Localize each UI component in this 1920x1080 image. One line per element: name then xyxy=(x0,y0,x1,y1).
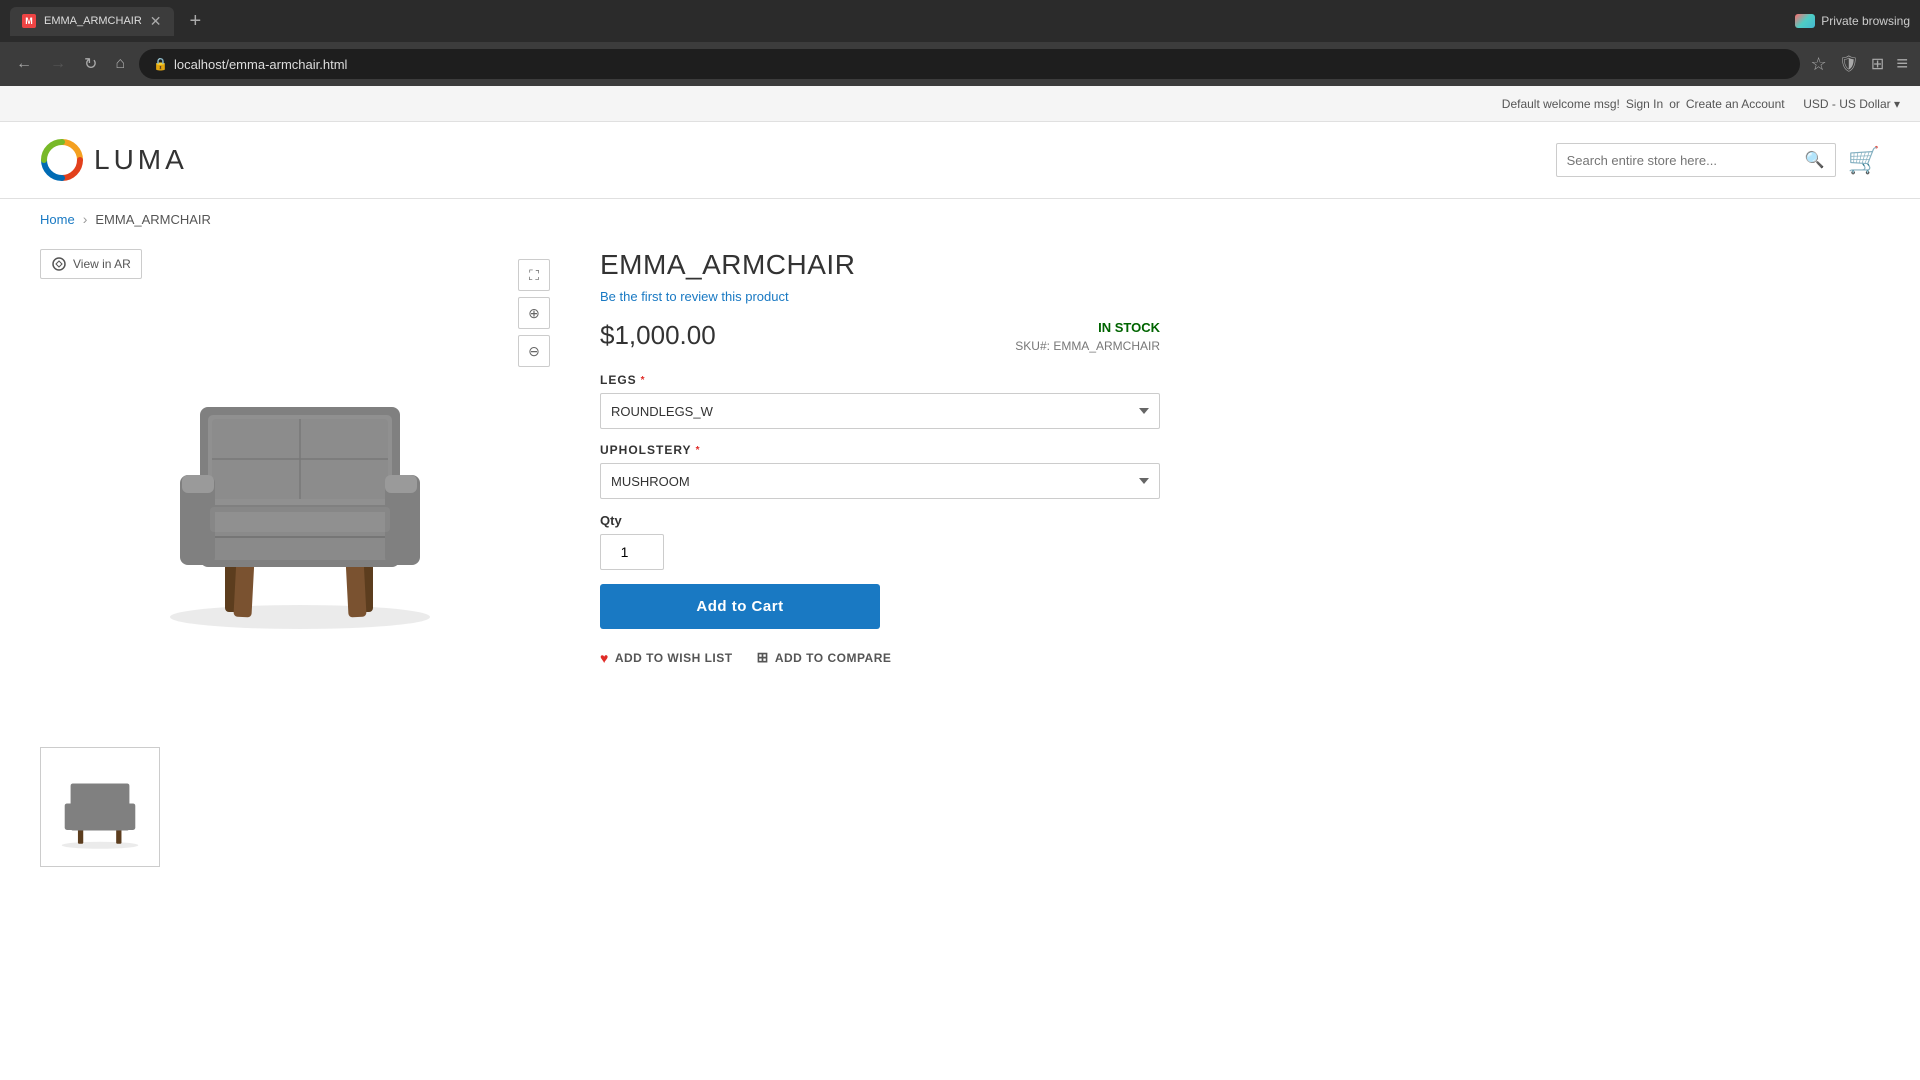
breadcrumb-separator: › xyxy=(83,211,88,227)
private-browsing-label: Private browsing xyxy=(1821,14,1910,28)
browser-toolbar: ← → ↻ ⌂ 🔒 localhost/emma-armchair.html ☆… xyxy=(0,42,1920,86)
site-header: LUMA 🔍 🛒 xyxy=(0,122,1920,199)
thumbnail-image xyxy=(50,762,150,852)
legs-required: * xyxy=(641,375,646,386)
upholstery-label: UPHOLSTERY * xyxy=(600,443,1160,457)
legs-select[interactable]: ROUNDLEGS_W ROUNDLEGS_B SQUARELEGS_W SQU… xyxy=(600,393,1160,429)
stock-status: IN STOCK xyxy=(1015,320,1160,335)
wish-list-label: ADD TO WISH LIST xyxy=(615,651,733,665)
shield-icon[interactable]: 🛡 xyxy=(1839,54,1859,74)
product-image xyxy=(130,327,470,647)
product-price: $1,000.00 xyxy=(600,320,716,351)
new-tab-button[interactable]: + xyxy=(182,10,210,33)
review-link[interactable]: Be the first to review this product xyxy=(600,289,1160,304)
compare-icon: ⊞ xyxy=(757,649,769,666)
breadcrumb-home[interactable]: Home xyxy=(40,212,75,227)
search-button[interactable]: 🔍 xyxy=(1795,150,1835,170)
zoom-in-button[interactable]: ⊕ xyxy=(518,297,550,329)
ar-icon xyxy=(51,256,67,272)
tab-close-button[interactable]: ✕ xyxy=(150,13,162,30)
zoom-out-button[interactable]: ⊖ xyxy=(518,335,550,367)
price-row: $1,000.00 IN STOCK SKU#: EMMA_ARMCHAIR xyxy=(600,320,1160,353)
fullscreen-button[interactable]: ⛶ xyxy=(518,259,550,291)
bottom-thumbnails xyxy=(0,727,1920,887)
browser-tab[interactable]: M EMMA_ARMCHAIR ✕ xyxy=(10,7,174,36)
top-bar: Default welcome msg! Sign In or Create a… xyxy=(0,86,1920,122)
upholstery-required: * xyxy=(696,445,701,456)
sku-label: SKU#: xyxy=(1015,339,1050,353)
cart-icon[interactable]: 🛒 xyxy=(1848,145,1880,176)
tab-favicon: M xyxy=(22,14,36,28)
gallery-controls: ⛶ ⊕ ⊖ xyxy=(518,259,550,367)
browser-right-icons: ☆ 🛡 ⊞ ≡ xyxy=(1810,53,1908,76)
search-input[interactable] xyxy=(1557,153,1795,168)
logo-icon xyxy=(40,138,84,182)
sku-value: EMMA_ARMCHAIR xyxy=(1053,339,1160,353)
extensions-icon[interactable]: ⊞ xyxy=(1871,54,1884,74)
ar-label: View in AR xyxy=(73,257,131,271)
currency-selector[interactable]: USD - US Dollar ▾ xyxy=(1803,97,1900,111)
or-text: or xyxy=(1669,97,1680,111)
logo-link[interactable]: LUMA xyxy=(40,138,188,182)
product-info: EMMA_ARMCHAIR Be the first to review thi… xyxy=(600,249,1160,687)
refresh-button[interactable]: ↻ xyxy=(80,50,101,78)
compare-label: ADD TO COMPARE xyxy=(775,651,892,665)
tab-title: EMMA_ARMCHAIR xyxy=(44,15,142,27)
home-button[interactable]: ⌂ xyxy=(111,51,129,77)
sign-in-link[interactable]: Sign In xyxy=(1626,97,1663,111)
upholstery-select[interactable]: MUSHROOM CHARCOAL NAVY CREAM xyxy=(600,463,1160,499)
add-to-compare-link[interactable]: ⊞ ADD TO COMPARE xyxy=(757,649,892,666)
product-gallery: View in AR ⛶ ⊕ ⊖ xyxy=(40,249,560,687)
back-button[interactable]: ← xyxy=(12,51,36,77)
legs-label: LEGS * xyxy=(600,373,1160,387)
menu-icon[interactable]: ≡ xyxy=(1896,53,1908,76)
url-text: localhost/emma-armchair.html xyxy=(174,57,347,72)
secondary-actions: ♥ ADD TO WISH LIST ⊞ ADD TO COMPARE xyxy=(600,649,1160,666)
heart-icon: ♥ xyxy=(600,650,609,666)
qty-label: Qty xyxy=(600,513,1160,528)
breadcrumb: Home › EMMA_ARMCHAIR xyxy=(0,199,1920,239)
logo-text: LUMA xyxy=(94,144,188,176)
product-page: View in AR ⛶ ⊕ ⊖ xyxy=(0,239,1200,727)
legs-option-group: LEGS * ROUNDLEGS_W ROUNDLEGS_B SQUARELEG… xyxy=(600,373,1160,429)
qty-input[interactable] xyxy=(600,534,664,570)
browser-chrome: M EMMA_ARMCHAIR ✕ + Private browsing xyxy=(0,0,1920,42)
star-icon[interactable]: ☆ xyxy=(1810,54,1826,75)
security-icon: 🔒 xyxy=(153,57,168,71)
sku-info: SKU#: EMMA_ARMCHAIR xyxy=(1015,339,1160,353)
breadcrumb-current: EMMA_ARMCHAIR xyxy=(95,212,211,227)
stock-sku: IN STOCK SKU#: EMMA_ARMCHAIR xyxy=(1015,320,1160,353)
product-title: EMMA_ARMCHAIR xyxy=(600,249,1160,281)
forward-button[interactable]: → xyxy=(46,51,70,77)
add-to-wishlist-link[interactable]: ♥ ADD TO WISH LIST xyxy=(600,650,733,666)
private-browsing-icon xyxy=(1795,14,1815,28)
address-bar[interactable]: 🔒 localhost/emma-armchair.html xyxy=(139,49,1800,79)
add-to-cart-button[interactable]: Add to Cart xyxy=(600,584,880,629)
view-in-ar-button[interactable]: View in AR xyxy=(40,249,142,279)
private-browsing-indicator: Private browsing xyxy=(1795,14,1910,28)
thumbnail-1[interactable] xyxy=(40,747,160,867)
welcome-message: Default welcome msg! xyxy=(1502,97,1620,111)
product-image-container xyxy=(40,287,560,687)
header-right: 🔍 🛒 xyxy=(1556,143,1880,177)
search-bar[interactable]: 🔍 xyxy=(1556,143,1836,177)
create-account-link[interactable]: Create an Account xyxy=(1686,97,1785,111)
upholstery-option-group: UPHOLSTERY * MUSHROOM CHARCOAL NAVY CREA… xyxy=(600,443,1160,499)
